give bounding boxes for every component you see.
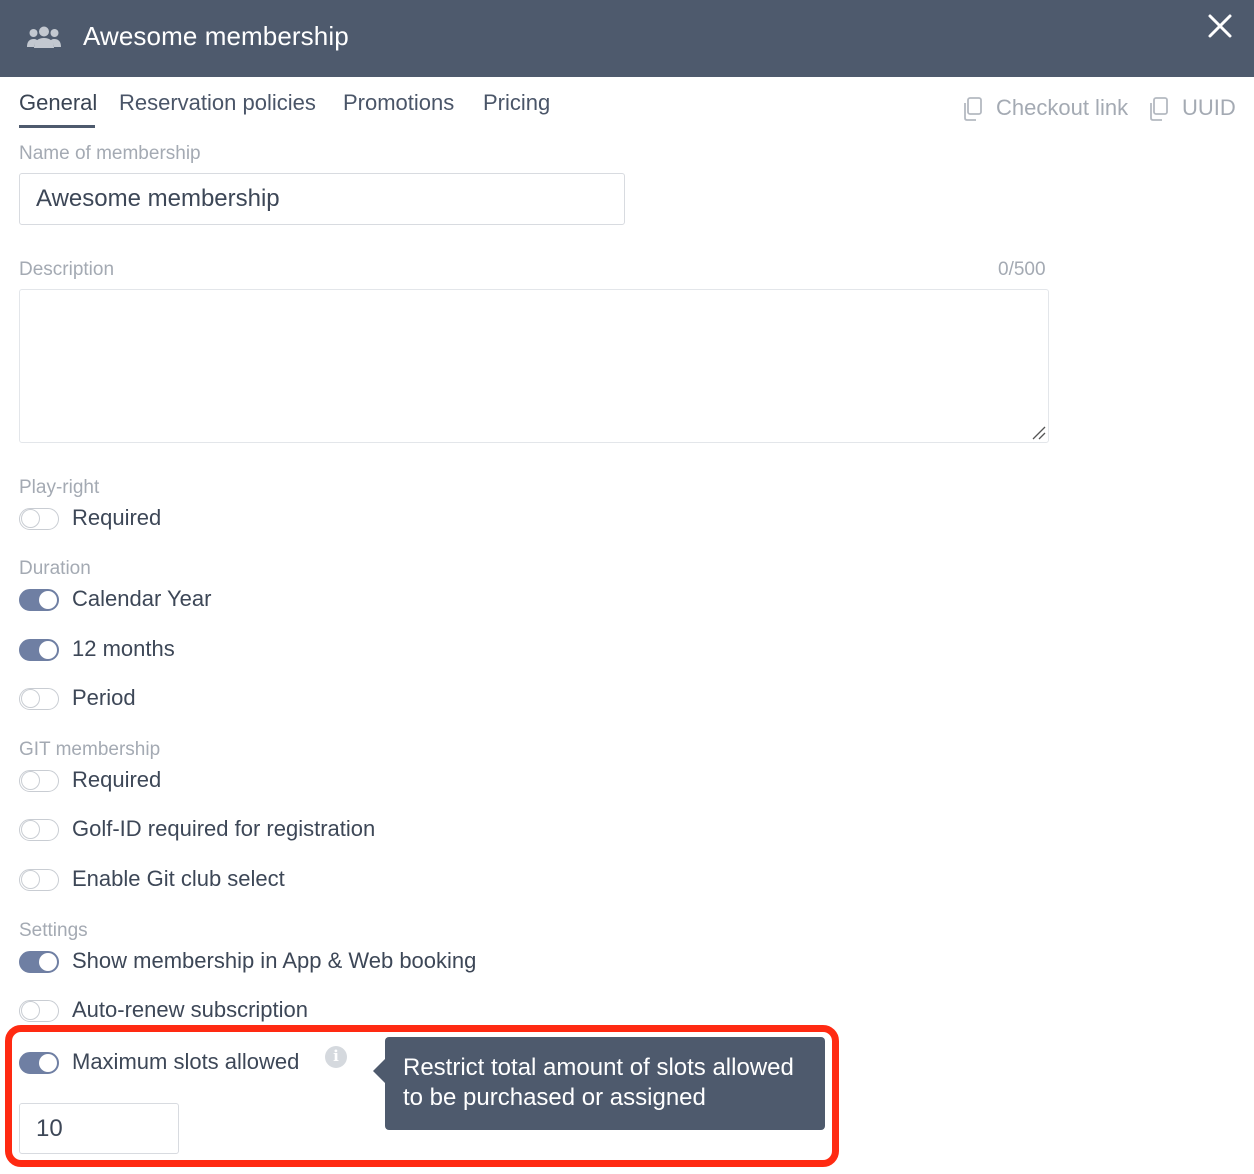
people-group-icon xyxy=(27,26,61,48)
toggle-label: Required xyxy=(72,767,162,792)
tab-promotions[interactable]: Promotions xyxy=(343,90,454,116)
close-icon[interactable] xyxy=(1202,8,1238,44)
modal-header: Awesome membership xyxy=(0,0,1254,77)
tab-general[interactable]: General xyxy=(19,90,97,116)
toggle-label: Golf-ID required for registration xyxy=(72,816,376,841)
max-slots-input[interactable] xyxy=(19,1103,179,1154)
membership-name-input[interactable] xyxy=(19,173,625,225)
git-required-toggle[interactable] xyxy=(19,770,59,792)
checkout-link-button[interactable]: Checkout link xyxy=(962,95,1132,123)
show-in-app-toggle[interactable] xyxy=(19,951,59,973)
calendar-year-toggle[interactable] xyxy=(19,589,59,611)
description-char-counter: 0/500 xyxy=(998,259,1046,280)
name-label: Name of membership xyxy=(19,143,201,164)
play-right-required-toggle[interactable] xyxy=(19,508,59,530)
tab-pricing[interactable]: Pricing xyxy=(483,90,550,116)
uuid-label: UUID xyxy=(1182,95,1236,120)
toggle-label: Auto-renew subscription xyxy=(72,997,309,1022)
toggle-label: Period xyxy=(72,685,136,710)
toggle-label: Enable Git club select xyxy=(72,866,285,891)
description-label: Description xyxy=(19,259,115,280)
max-slots-tooltip: Restrict total amount of slots allowed t… xyxy=(385,1037,825,1130)
golf-id-required-toggle[interactable] xyxy=(19,819,59,841)
period-toggle[interactable] xyxy=(19,688,59,710)
tooltip-line-1: Restrict total amount of slots allowed xyxy=(403,1054,794,1081)
git-club-select-toggle[interactable] xyxy=(19,869,59,891)
play-right-label: Play-right xyxy=(19,477,100,498)
twelve-months-toggle[interactable] xyxy=(19,639,59,661)
resize-handle-icon[interactable] xyxy=(1030,424,1046,440)
tooltip-line-2: to be purchased or assigned xyxy=(403,1084,706,1111)
tooltip-arrow xyxy=(373,1059,385,1083)
toggle-label: Show membership in App & Web booking xyxy=(72,948,477,973)
toggle-label: Calendar Year xyxy=(72,586,212,611)
copy-icon xyxy=(964,97,982,121)
checkout-link-label: Checkout link xyxy=(996,95,1129,120)
toggle-label: 12 months xyxy=(72,636,175,661)
settings-label: Settings xyxy=(19,920,88,941)
uuid-button[interactable]: UUID xyxy=(1148,95,1238,123)
copy-icon xyxy=(1150,97,1168,121)
auto-renew-toggle[interactable] xyxy=(19,1000,59,1022)
active-tab-indicator xyxy=(19,125,95,128)
max-slots-toggle[interactable] xyxy=(19,1052,59,1074)
toggle-label: Required xyxy=(72,505,162,530)
toggle-label: Maximum slots allowed xyxy=(72,1049,300,1074)
description-textarea[interactable] xyxy=(19,289,1049,443)
modal-title: Awesome membership xyxy=(83,21,349,51)
info-icon[interactable] xyxy=(325,1046,347,1068)
tab-reservation-policies[interactable]: Reservation policies xyxy=(119,90,316,116)
git-membership-label: GIT membership xyxy=(19,739,161,760)
duration-label: Duration xyxy=(19,558,91,579)
